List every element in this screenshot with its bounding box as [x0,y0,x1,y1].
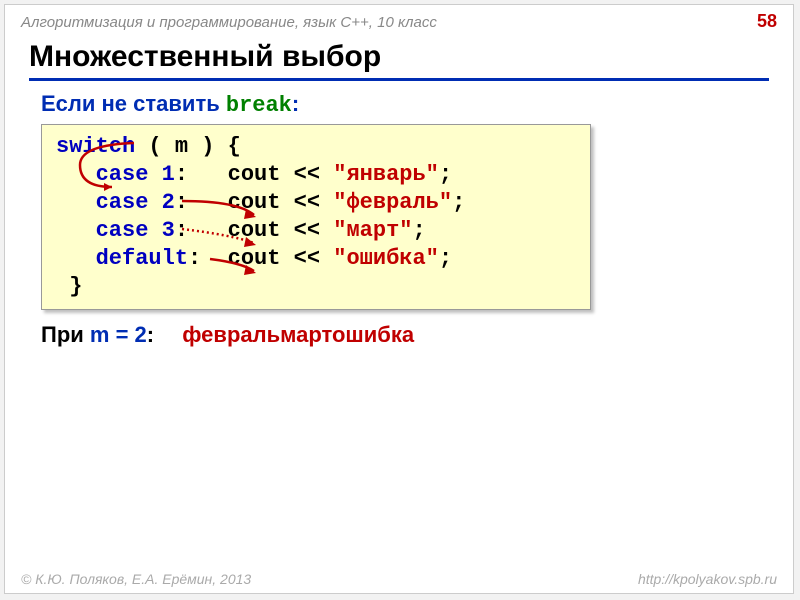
result-label-pre: При [41,322,90,347]
kw-case: case [96,190,149,215]
page-number: 58 [757,11,777,32]
kw-case: case [96,162,149,187]
string-literal: "январь" [333,162,439,187]
kw-default: default [96,246,188,271]
result-label-post: : [147,322,154,347]
case-num: 2 [148,190,174,215]
kw-switch: switch [56,134,135,159]
slide-title: Множественный выбор [29,40,769,81]
result-output: февральмартошибка [182,322,414,347]
indent [56,190,96,215]
colon: : [175,218,228,243]
subtitle: Если не ставить break: [41,91,763,118]
header-bar: Алгоритмизация и программирование, язык … [5,5,793,36]
semicolon: ; [412,218,425,243]
colon: : [175,162,228,187]
cout-call: cout << [228,162,334,187]
semicolon: ; [439,246,452,271]
footer: © К.Ю. Поляков, Е.А. Ерёмин, 2013 http:/… [21,571,777,587]
indent [56,218,96,243]
slide: Алгоритмизация и программирование, язык … [4,4,794,594]
url: http://kpolyakov.spb.ru [638,571,777,587]
string-literal: "март" [333,218,412,243]
slide-body: Если не ставить break: switch ( m ) { ca… [5,81,793,348]
switch-cond: ( m ) { [135,134,241,159]
indent [56,162,96,187]
string-literal: "февраль" [333,190,452,215]
cout-call: cout << [228,218,334,243]
result-var: m = 2 [90,322,147,347]
code-block: switch ( m ) { case 1: cout << "январь";… [41,124,591,310]
kw-case: case [96,218,149,243]
case-num: 3 [148,218,174,243]
indent [56,246,96,271]
subtitle-prefix: Если не ставить [41,91,226,116]
course-label: Алгоритмизация и программирование, язык … [21,14,437,31]
copyright: © К.Ю. Поляков, Е.А. Ерёмин, 2013 [21,571,251,587]
colon: : [175,190,228,215]
close-brace: } [56,274,82,299]
semicolon: ; [439,162,452,187]
subtitle-suffix: : [292,91,299,116]
string-literal: "ошибка" [333,246,439,271]
cout-call: cout << [228,190,334,215]
cout-call: cout << [228,246,334,271]
case-num: 1 [148,162,174,187]
break-keyword: break [226,93,292,118]
result-line: При m = 2: февральмартошибка [41,322,763,348]
semicolon: ; [452,190,465,215]
colon: : [188,246,228,271]
